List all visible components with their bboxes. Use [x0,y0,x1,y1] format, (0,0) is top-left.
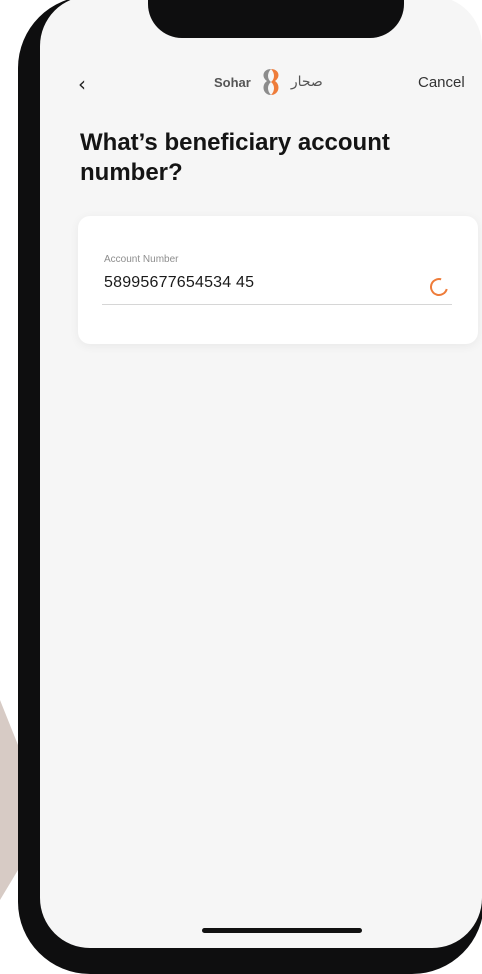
account-number-card: Account Number 58995677654534 45 [78,216,478,344]
sohar-logo: Sohar صحار [214,62,354,102]
account-number-input[interactable]: 58995677654534 45 [104,274,254,292]
logo-text-latin: Sohar [214,74,251,90]
phone-notch [148,0,404,38]
cancel-button[interactable]: Cancel [418,74,465,91]
back-button[interactable]: ‹ [78,72,86,96]
loading-spinner-icon [426,274,452,300]
logo-mark-icon [263,69,279,95]
page-title: What’s beneficiary account number? [80,129,390,186]
account-number-label: Account Number [104,254,179,265]
app-screen: ‹ Sohar صحار Cancel What’s beneficiary a… [40,0,482,948]
home-indicator[interactable] [202,928,362,933]
phone-frame: ‹ Sohar صحار Cancel What’s beneficiary a… [18,0,482,974]
input-underline [102,304,452,305]
logo-text-arabic: صحار [290,74,323,90]
